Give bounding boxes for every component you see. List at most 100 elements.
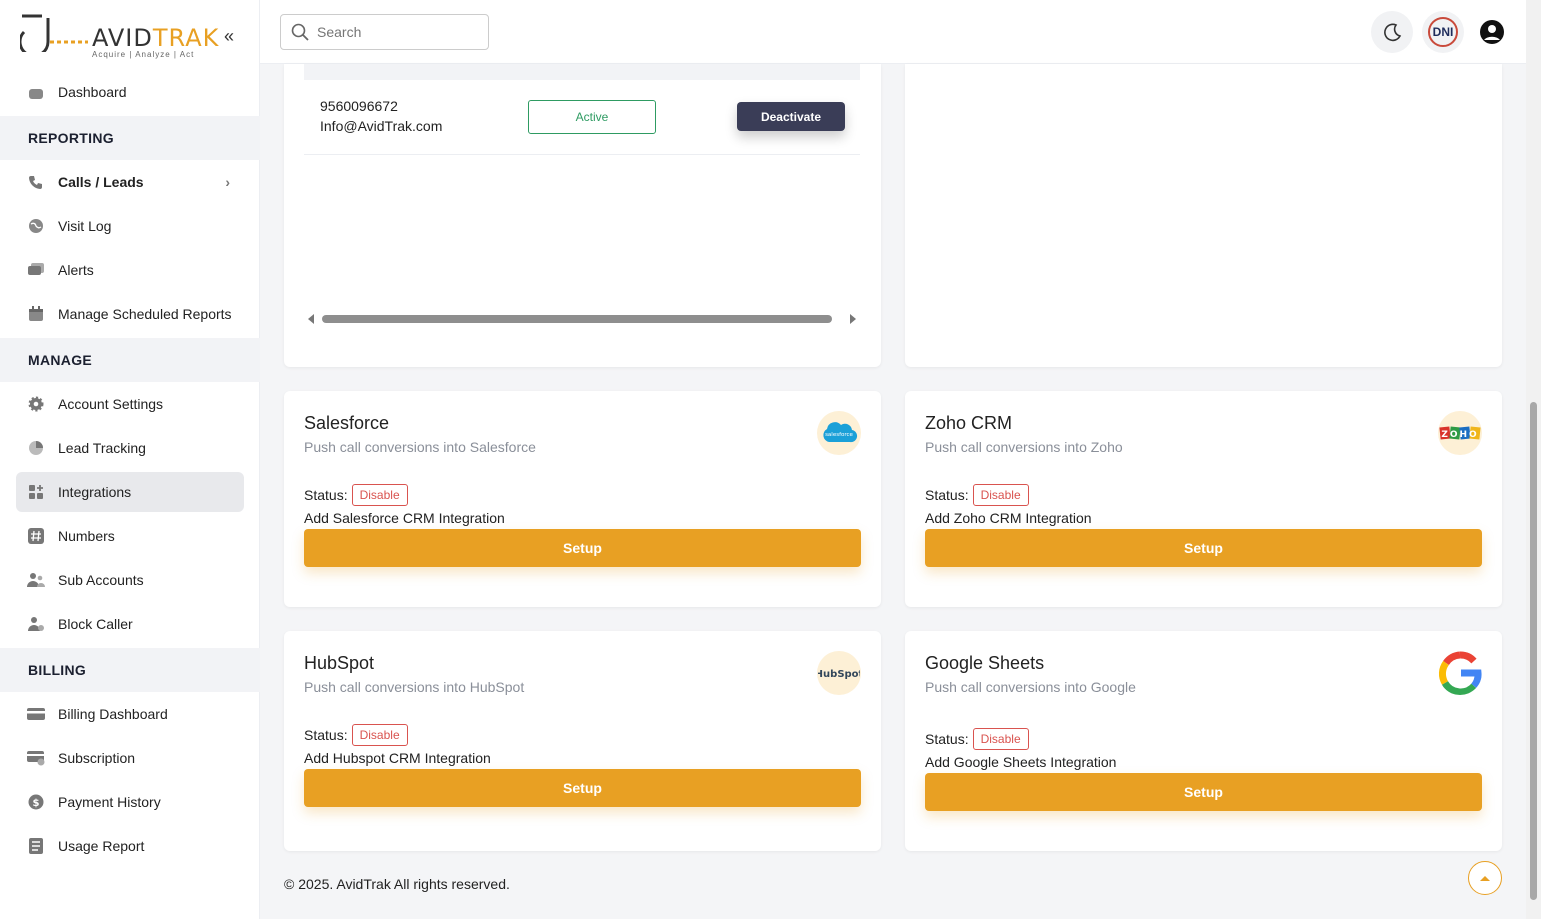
sidebar-item-label: Integrations [58, 484, 132, 500]
dni-button[interactable]: DNI [1422, 11, 1464, 53]
status-badge-disable: Disable [351, 484, 408, 506]
sidebar-item-manage-scheduled-reports[interactable]: Manage Scheduled Reports [16, 294, 244, 334]
contact-email: Info@AvidTrak.com [320, 118, 443, 134]
sidebar-item-label: Payment History [58, 794, 161, 810]
integration-add-label: Add Google Sheets Integration [925, 754, 1117, 770]
status-badge-active: Active [528, 100, 656, 134]
integration-card-google-sheets: Google Sheets Push call conversions into… [905, 631, 1502, 851]
svg-text:$: $ [33, 798, 40, 809]
integration-card-salesforce: Salesforce Push call conversions into Sa… [284, 391, 881, 607]
row-divider [304, 154, 860, 155]
card-refresh-icon [26, 749, 46, 767]
top-header: DNI [260, 0, 1526, 64]
setup-button-salesforce[interactable]: Setup [304, 529, 861, 567]
sidebar: AVIDTRAK Acquire | Analyze | Act « Dashb… [0, 0, 260, 919]
svg-text:G: G [1460, 677, 1461, 679]
dark-mode-toggle[interactable] [1371, 11, 1413, 53]
user-profile-button[interactable] [1479, 19, 1505, 45]
section-billing: BILLING [0, 648, 260, 692]
pie-chart-icon [26, 439, 46, 457]
sidebar-item-dashboard[interactable]: Dashboard [16, 72, 244, 112]
setup-button-zoho[interactable]: Setup [925, 529, 1482, 567]
scrollbar-thumb[interactable] [322, 315, 832, 323]
sidebar-item-billing-dashboard[interactable]: Billing Dashboard [16, 694, 244, 734]
footer-copyright: © 2025. AvidTrak All rights reserved. [284, 876, 510, 892]
search-icon [291, 23, 309, 41]
sidebar-item-label: Usage Report [58, 838, 145, 854]
integration-title: HubSpot [304, 653, 375, 673]
integration-status: Status: Disable [925, 484, 1029, 506]
sidebar-item-label: Block Caller [58, 616, 133, 632]
grid-plus-icon [26, 483, 46, 501]
scroll-left-arrow-icon[interactable] [308, 314, 314, 324]
card-icon [26, 705, 46, 723]
setup-button-google-sheets[interactable]: Setup [925, 773, 1482, 811]
sidebar-item-alerts[interactable]: Alerts [16, 250, 244, 290]
collapse-sidebar-icon[interactable]: « [224, 26, 234, 47]
hash-icon [26, 527, 46, 545]
integration-subtitle: Push call conversions into Salesforce [304, 439, 536, 455]
user-block-icon [26, 615, 46, 633]
vertical-scrollbar-thumb[interactable] [1530, 402, 1537, 900]
integration-status: Status: Disable [304, 724, 408, 746]
sidebar-item-label: Dashboard [58, 84, 127, 100]
sidebar-item-label: Billing Dashboard [58, 706, 168, 722]
integration-card-zoho: Zoho CRM Push call conversions into Zoho… [905, 391, 1502, 607]
user-avatar-icon [1480, 20, 1504, 44]
sidebar-item-visit-log[interactable]: Visit Log [16, 206, 244, 246]
integration-add-label: Add Salesforce CRM Integration [304, 510, 505, 526]
logo-mark-icon [20, 14, 88, 52]
logo-tagline: Acquire | Analyze | Act [92, 50, 195, 59]
sidebar-item-label: Subscription [58, 750, 136, 766]
svg-text:ZOHO: ZOHO [1441, 430, 1478, 440]
integration-add-label: Add Zoho CRM Integration [925, 510, 1092, 526]
sidebar-item-label: Manage Scheduled Reports [58, 306, 232, 322]
sidebar-item-subscription[interactable]: Subscription [16, 738, 244, 778]
sidebar-item-account-settings[interactable]: Account Settings [16, 384, 244, 424]
sidebar-item-lead-tracking[interactable]: Lead Tracking [16, 428, 244, 468]
sidebar-item-block-caller[interactable]: Block Caller [16, 604, 244, 644]
users-icon [26, 571, 46, 589]
scroll-right-arrow-icon[interactable] [850, 314, 856, 324]
deactivate-button[interactable]: Deactivate [737, 102, 845, 131]
scroll-to-top-button[interactable] [1468, 861, 1502, 895]
integration-title: Google Sheets [925, 653, 1045, 673]
contact-phone: 9560096672 [320, 98, 398, 114]
avidtrak-logo[interactable]: AVIDTRAK Acquire | Analyze | Act [20, 12, 220, 62]
globe-icon [26, 217, 46, 235]
svg-text:salesforce: salesforce [825, 432, 853, 438]
arrow-up-icon [1480, 876, 1490, 881]
sidebar-item-sub-accounts[interactable]: Sub Accounts [16, 560, 244, 600]
sidebar-item-label: Lead Tracking [58, 440, 146, 456]
svg-text:HubSpot: HubSpot [818, 669, 860, 680]
status-badge-disable: Disable [972, 484, 1029, 506]
search-input[interactable] [317, 24, 477, 40]
dni-badge: DNI [1428, 17, 1458, 47]
integration-add-label: Add Hubspot CRM Integration [304, 750, 491, 766]
chat-icon [26, 261, 46, 279]
setup-button-hubspot[interactable]: Setup [304, 769, 861, 807]
sidebar-item-label: Alerts [58, 262, 94, 278]
integration-card-hubspot: HubSpot Push call conversions into HubSp… [284, 631, 881, 851]
sidebar-item-label: Visit Log [58, 218, 112, 234]
logo-wordmark: AVIDTRAK [92, 24, 220, 52]
sidebar-item-calls-leads[interactable]: Calls / Leads › [16, 162, 244, 202]
search-box[interactable] [280, 14, 489, 50]
sidebar-item-usage-report[interactable]: Usage Report [16, 826, 244, 866]
integration-status: Status: Disable [925, 728, 1029, 750]
contacts-table-card: 9560096672 Info@AvidTrak.com Active Deac… [284, 64, 881, 367]
sidebar-item-integrations[interactable]: Integrations [16, 472, 244, 512]
google-logo-icon: G [1438, 651, 1482, 695]
salesforce-logo-icon: salesforce [817, 411, 861, 455]
status-badge-disable: Disable [972, 728, 1029, 750]
chevron-right-icon: › [225, 174, 230, 190]
sidebar-item-payment-history[interactable]: $ Payment History [16, 782, 244, 822]
horizontal-scrollbar[interactable] [304, 312, 860, 326]
sidebar-item-numbers[interactable]: Numbers [16, 516, 244, 556]
hubspot-logo-icon: HubSpot [817, 651, 861, 695]
sidebar-item-label: Calls / Leads [58, 174, 144, 190]
integration-title: Zoho CRM [925, 413, 1013, 433]
phone-icon [26, 173, 46, 191]
status-badge-disable: Disable [351, 724, 408, 746]
vertical-scrollbar[interactable] [1526, 0, 1541, 919]
